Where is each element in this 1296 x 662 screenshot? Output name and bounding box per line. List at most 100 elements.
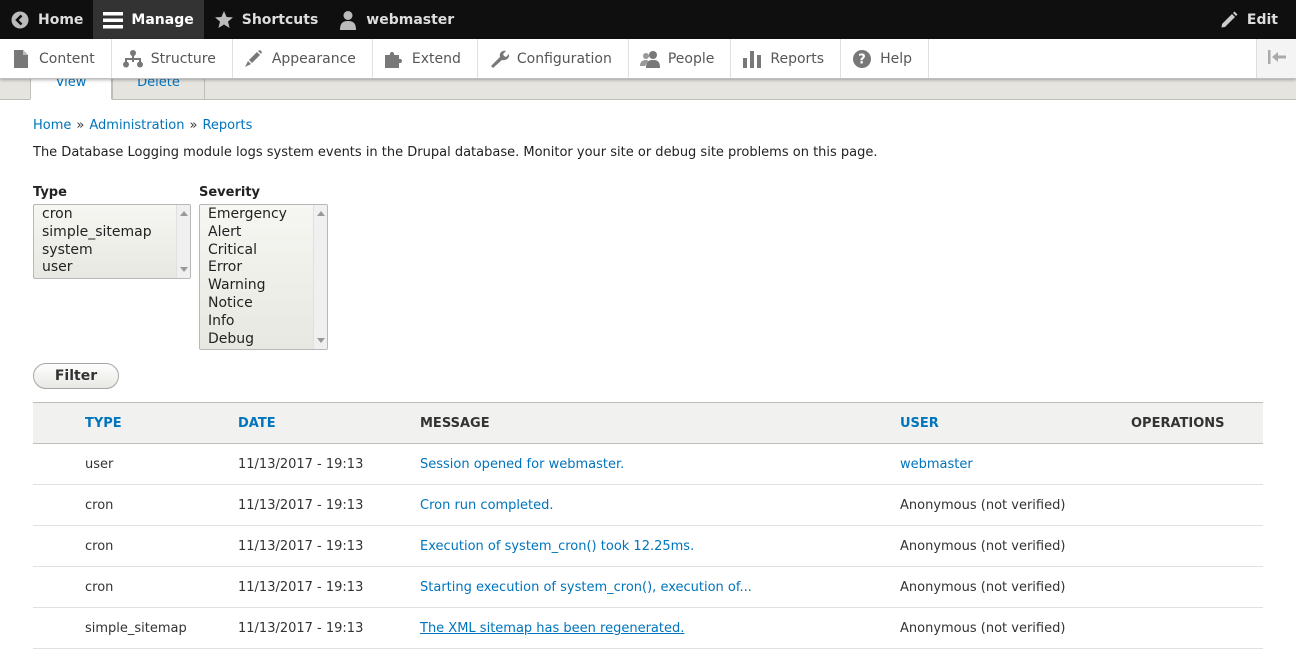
breadcrumb-home[interactable]: Home: [33, 118, 71, 133]
row-operations: [1131, 607, 1263, 649]
row-message-link[interactable]: Starting execution of system_cron(), exe…: [420, 580, 752, 595]
severity-option[interactable]: Error: [200, 259, 327, 277]
type-option[interactable]: user: [34, 259, 190, 277]
type-filter-select[interactable]: cron simple_sitemap system user: [33, 204, 191, 279]
column-header-type[interactable]: TYPE: [85, 402, 238, 444]
tray-item-content[interactable]: Content: [0, 39, 112, 78]
severity-option[interactable]: Alert: [200, 224, 327, 242]
type-select-scrollbar[interactable]: [176, 205, 190, 278]
log-table: TYPE DATE MESSAGE USER OPERATIONS user 1…: [33, 402, 1263, 649]
row-operations: [1131, 525, 1263, 567]
file-icon: [11, 49, 31, 69]
puzzle-icon: [384, 49, 404, 69]
admin-tray: Content Structure Appearance Extend Conf…: [0, 39, 1296, 79]
column-header-operations: OPERATIONS: [1131, 402, 1263, 444]
tray-item-structure[interactable]: Structure: [112, 39, 233, 78]
toolbar-shortcuts-label: Shortcuts: [241, 11, 319, 28]
page-description: The Database Logging module logs system …: [33, 145, 878, 160]
table-row: simple_sitemap 11/13/2017 - 19:13 The XM…: [33, 607, 1263, 649]
column-header-message: MESSAGE: [420, 402, 900, 444]
tray-item-label: Appearance: [271, 50, 356, 67]
row-message-link[interactable]: Execution of system_cron() took 12.25ms.: [420, 539, 694, 554]
severity-option[interactable]: Warning: [200, 277, 327, 295]
pencil-icon: [1219, 10, 1239, 30]
row-user: Anonymous (not verified): [900, 566, 1131, 608]
tray-item-configuration[interactable]: Configuration: [478, 39, 629, 78]
toolbar-shortcuts[interactable]: Shortcuts: [204, 0, 329, 39]
back-circle-icon: [10, 10, 30, 30]
tray-orientation-toggle[interactable]: [1256, 39, 1296, 78]
row-type: simple_sitemap: [85, 607, 238, 649]
row-operations: [1131, 443, 1263, 485]
severity-select-scrollbar[interactable]: [313, 205, 327, 349]
row-message-link[interactable]: The XML sitemap has been regenerated.: [420, 621, 684, 636]
toolbar-manage[interactable]: Manage: [93, 0, 204, 39]
tray-item-label: People: [667, 50, 715, 67]
type-option[interactable]: simple_sitemap: [34, 224, 190, 242]
row-user: Anonymous (not verified): [900, 484, 1131, 526]
row-operations: [1131, 566, 1263, 608]
paintbrush-icon: [244, 49, 264, 69]
severity-option[interactable]: Critical: [200, 242, 327, 260]
table-row: cron 11/13/2017 - 19:13 Execution of sys…: [33, 525, 1263, 567]
column-header-user[interactable]: USER: [900, 402, 1131, 444]
bar-chart-icon: [742, 49, 762, 69]
tray-item-label: Help: [880, 50, 912, 67]
row-type: cron: [85, 566, 238, 608]
toolbar-manage-label: Manage: [131, 11, 194, 28]
type-option[interactable]: system: [34, 242, 190, 260]
hamburger-icon: [103, 10, 124, 30]
row-type: cron: [85, 525, 238, 567]
row-type: cron: [85, 484, 238, 526]
row-operations: [1131, 484, 1263, 526]
toolbar-home-label: Home: [38, 11, 84, 28]
severity-option[interactable]: Notice: [200, 295, 327, 313]
tray-item-label: Reports: [770, 50, 825, 67]
breadcrumb-separator: »: [76, 118, 85, 133]
tray-item-people[interactable]: People: [629, 39, 732, 78]
severity-option[interactable]: Emergency: [200, 206, 327, 224]
row-message-link[interactable]: Session opened for webmaster.: [420, 457, 624, 472]
user-icon: [338, 10, 358, 30]
table-header-row: TYPE DATE MESSAGE USER OPERATIONS: [33, 402, 1263, 444]
row-user: Anonymous (not verified): [900, 525, 1131, 567]
local-tasks: View Delete: [0, 71, 1296, 100]
tray-item-reports[interactable]: Reports: [731, 39, 842, 78]
type-filter-label: Type: [33, 185, 67, 200]
row-date: 11/13/2017 - 19:13: [238, 607, 420, 649]
row-type: user: [85, 443, 238, 485]
tray-item-label: Structure: [150, 50, 216, 67]
row-date: 11/13/2017 - 19:13: [238, 525, 420, 567]
help-icon: ?: [852, 49, 872, 69]
filter-button[interactable]: Filter: [33, 363, 119, 389]
collapse-left-icon: [1267, 49, 1287, 69]
breadcrumb-reports[interactable]: Reports: [202, 118, 252, 133]
star-icon: [214, 10, 234, 30]
table-row: user 11/13/2017 - 19:13 Session opened f…: [33, 443, 1263, 485]
severity-option[interactable]: Info: [200, 313, 327, 331]
toolbar-home[interactable]: Home: [0, 0, 93, 39]
wrench-icon: [489, 49, 509, 69]
tray-item-label: Configuration: [516, 50, 612, 67]
tray-item-label: Extend: [411, 50, 461, 67]
breadcrumb-administration[interactable]: Administration: [89, 118, 184, 133]
people-icon: [639, 49, 660, 69]
toolbar-user[interactable]: webmaster: [328, 0, 464, 39]
severity-option[interactable]: Debug: [200, 331, 327, 349]
table-row: cron 11/13/2017 - 19:13 Cron run complet…: [33, 484, 1263, 526]
row-message-link[interactable]: Cron run completed.: [420, 498, 554, 513]
tray-item-help[interactable]: ? Help: [841, 39, 929, 78]
severity-filter-select[interactable]: Emergency Alert Critical Error Warning N…: [199, 204, 328, 350]
toolbar-edit[interactable]: Edit: [1209, 0, 1296, 39]
table-row: cron 11/13/2017 - 19:13 Starting executi…: [33, 566, 1263, 608]
row-user-link[interactable]: webmaster: [900, 457, 973, 472]
column-header-date[interactable]: DATE: [238, 402, 420, 444]
row-date: 11/13/2017 - 19:13: [238, 484, 420, 526]
tray-item-appearance[interactable]: Appearance: [233, 39, 373, 78]
row-date: 11/13/2017 - 19:13: [238, 566, 420, 608]
tray-item-extend[interactable]: Extend: [373, 39, 478, 78]
type-option[interactable]: cron: [34, 206, 190, 224]
svg-text:?: ?: [858, 52, 866, 67]
row-user: Anonymous (not verified): [900, 607, 1131, 649]
breadcrumb-separator: »: [189, 118, 198, 133]
